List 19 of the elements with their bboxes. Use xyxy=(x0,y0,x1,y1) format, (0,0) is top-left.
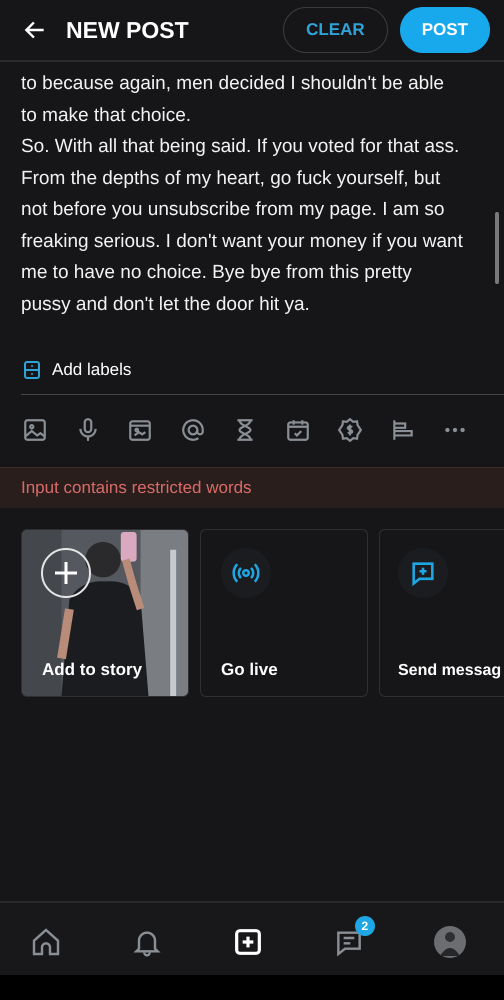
action-card[interactable]: Send messag xyxy=(379,529,504,697)
page-title: NEW POST xyxy=(66,16,189,44)
card-label: Add to story xyxy=(42,660,142,680)
label-icon xyxy=(22,360,42,380)
card-label: Send messag xyxy=(398,662,502,680)
add-circle-icon[interactable] xyxy=(40,547,92,599)
action-card[interactable]: Add to story xyxy=(21,529,189,697)
dollar-badge-icon[interactable] xyxy=(337,417,363,443)
image-icon[interactable] xyxy=(22,417,48,443)
unread-badge: 2 xyxy=(354,916,375,936)
add-labels-link[interactable]: Add labels xyxy=(52,360,132,380)
card-label: Go live xyxy=(221,660,279,680)
at-sign-icon[interactable] xyxy=(180,417,206,443)
clear-button[interactable]: CLEAR xyxy=(283,7,388,53)
post-text: So. With all that being said. If you voted for that ass. From the depths of my heart, go fuck yourself, but not before you unsubscribe from my page. I am so freaking serious. I don't want your money if you want me to have no choice. Bye bye from this pretty pussy and don't let the door hit ya. xyxy=(21,135,464,316)
warning-text: Input contains restricted words xyxy=(21,478,252,497)
action-card[interactable]: Go live xyxy=(200,529,368,697)
post-text: to because again, men decided I shouldn't be able to make that choice. xyxy=(21,72,445,128)
avatar-icon xyxy=(434,926,466,958)
